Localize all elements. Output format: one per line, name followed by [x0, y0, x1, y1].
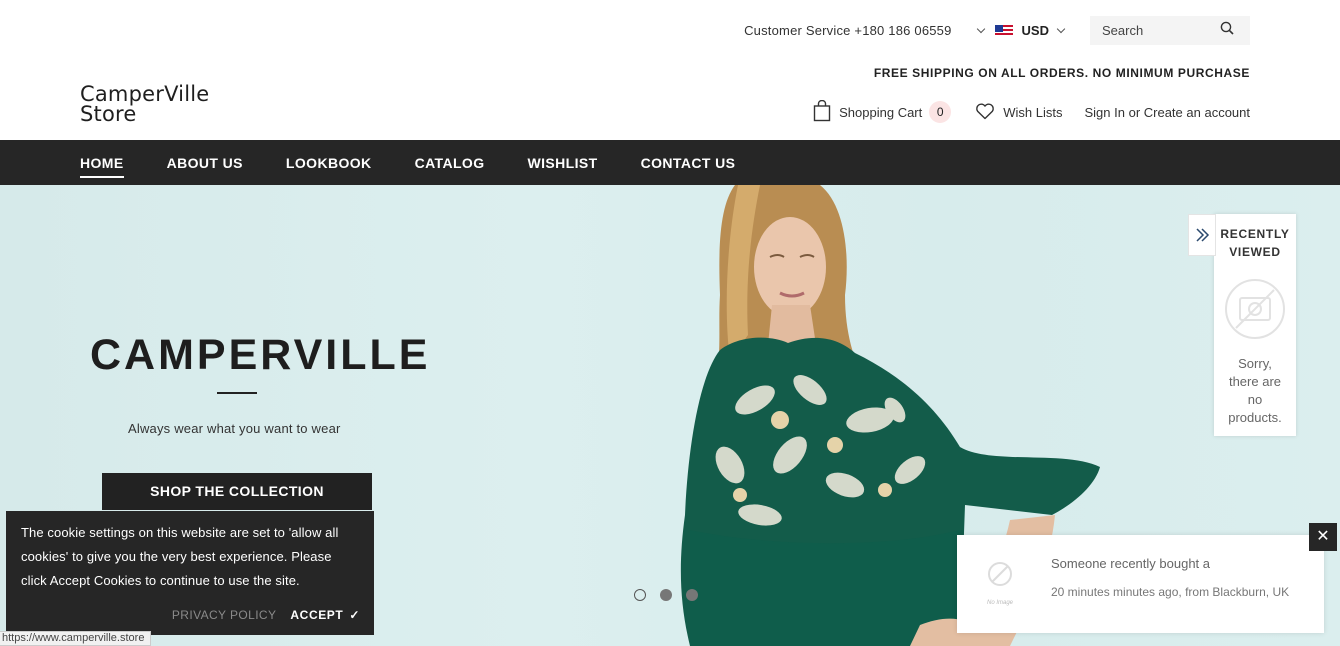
- currency-code: USD: [1021, 23, 1049, 38]
- recently-viewed-panel: RECENTLY VIEWED Sorry, there are no prod…: [1214, 214, 1296, 436]
- shop-collection-button[interactable]: SHOP THE COLLECTION: [102, 473, 372, 510]
- nav-item-home[interactable]: HOME: [80, 151, 124, 178]
- logo-line-1: CamperVille: [80, 82, 210, 106]
- top-bar: Customer Service +180 186 06559 USD: [744, 16, 1250, 45]
- blocked-image-icon: [988, 562, 1012, 586]
- accept-cookies-button[interactable]: ACCEPT ✓: [290, 608, 360, 622]
- nav-item-about-us[interactable]: ABOUT US: [167, 151, 243, 175]
- cart-count-badge: 0: [929, 101, 952, 123]
- empty-message-line-4: products.: [1228, 410, 1282, 425]
- recently-viewed-title: RECENTLY VIEWED: [1214, 225, 1296, 261]
- nav-item-catalog[interactable]: CATALOG: [415, 151, 485, 175]
- recently-viewed-toggle[interactable]: [1188, 214, 1216, 256]
- hero-title: CAMPERVILLE: [90, 331, 431, 379]
- cookie-actions: PRIVACY POLICY ACCEPT ✓: [172, 608, 360, 622]
- free-shipping-banner: FREE SHIPPING ON ALL ORDERS. NO MINIMUM …: [873, 66, 1250, 80]
- search-input[interactable]: [1102, 23, 1202, 38]
- double-chevron-right-icon: [1196, 228, 1210, 242]
- recently-viewed-empty-message: Sorry, there are no products.: [1214, 355, 1296, 427]
- status-bar-url: https://www.camperville.store: [0, 631, 152, 646]
- empty-message-line-2: there are: [1228, 374, 1282, 389]
- purchase-time-location: 20 minutes minutes ago, from Blackburn, …: [1051, 585, 1290, 599]
- us-flag-icon: [994, 24, 1013, 37]
- cookie-banner: The cookie settings on this website are …: [6, 511, 374, 635]
- heart-icon: [975, 102, 995, 123]
- hero-subtitle: Always wear what you want to wear: [128, 421, 341, 436]
- recently-viewed-widget: RECENTLY VIEWED Sorry, there are no prod…: [1188, 214, 1296, 436]
- nav-item-lookbook[interactable]: LOOKBOOK: [286, 151, 372, 175]
- wishlist-link[interactable]: Wish Lists: [975, 102, 1063, 123]
- cookie-message-line-2: cookies' to give you the very best exper…: [21, 549, 332, 564]
- currency-selector[interactable]: USD: [976, 23, 1066, 38]
- privacy-policy-link[interactable]: PRIVACY POLICY: [172, 608, 277, 622]
- customer-service-phone[interactable]: Customer Service +180 186 06559: [744, 23, 951, 38]
- slider-dot-3[interactable]: [686, 589, 698, 601]
- slider-dot-2[interactable]: [660, 589, 672, 601]
- check-icon: ✓: [349, 608, 360, 622]
- shopping-cart-label: Shopping Cart: [839, 104, 923, 120]
- purchase-message: Someone recently bought a: [1051, 556, 1210, 571]
- chevron-down-icon: [1056, 24, 1066, 34]
- sign-in-link[interactable]: Sign In or Create an account: [1085, 105, 1251, 120]
- accept-label: ACCEPT: [290, 608, 344, 622]
- site-header: CamperVille Store Customer Service +180 …: [0, 0, 1340, 140]
- search-icon[interactable]: [1220, 21, 1234, 40]
- no-image-placeholder: No Image: [985, 561, 1015, 606]
- nav-item-wishlist[interactable]: WISHLIST: [528, 151, 598, 175]
- close-popup-button[interactable]: ✕: [1309, 523, 1337, 551]
- cookie-message-line-1: The cookie settings on this website are …: [21, 525, 339, 540]
- empty-message-line-1: Sorry,: [1238, 356, 1272, 371]
- chevron-down-icon: [976, 24, 985, 34]
- empty-message-line-3: no: [1247, 392, 1263, 407]
- logo-line-2: Store: [80, 102, 137, 126]
- hero-divider: [217, 392, 257, 394]
- cookie-message-line-3: click Accept Cookies to continue to use …: [21, 573, 300, 588]
- slider-dots: [634, 589, 712, 601]
- main-nav: HOME ABOUT US LOOKBOOK CATALOG WISHLIST …: [0, 140, 1340, 185]
- recently-viewed-title-line-2: VIEWED: [1229, 245, 1281, 259]
- recent-purchase-popup: No Image Someone recently bought a 20 mi…: [957, 535, 1324, 633]
- recently-viewed-title-line-1: RECENTLY: [1220, 227, 1290, 241]
- cookie-message: The cookie settings on this website are …: [21, 521, 359, 593]
- shopping-cart-link[interactable]: Shopping Cart 0: [813, 99, 952, 125]
- search-box: [1090, 16, 1250, 45]
- shopping-bag-icon: [813, 99, 831, 125]
- nav-item-contact-us[interactable]: CONTACT US: [641, 151, 736, 175]
- no-image-icon: [1225, 279, 1285, 339]
- wishlist-label: Wish Lists: [1003, 104, 1063, 120]
- header-actions: Shopping Cart 0 Wish Lists Sign In or Cr…: [789, 96, 1250, 128]
- store-logo[interactable]: CamperVille Store: [80, 82, 210, 126]
- no-image-label: No Image: [986, 600, 1013, 606]
- slider-dot-1[interactable]: [634, 589, 646, 601]
